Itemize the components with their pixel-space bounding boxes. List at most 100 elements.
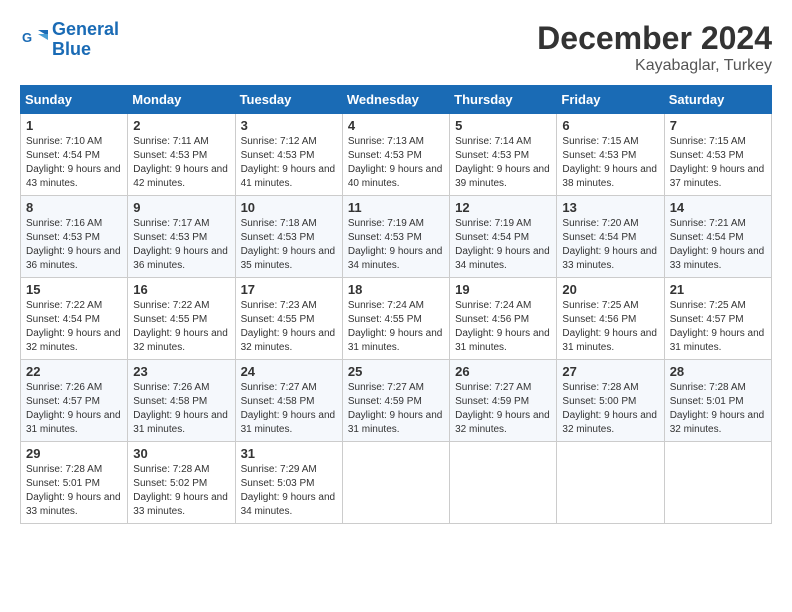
calendar-cell: 3 Sunrise: 7:12 AMSunset: 4:53 PMDayligh… — [235, 114, 342, 196]
calendar-cell: 20 Sunrise: 7:25 AMSunset: 4:56 PMDaylig… — [557, 278, 664, 360]
week-row-3: 15 Sunrise: 7:22 AMSunset: 4:54 PMDaylig… — [21, 278, 772, 360]
day-info: Sunrise: 7:24 AMSunset: 4:55 PMDaylight:… — [348, 300, 443, 353]
day-info: Sunrise: 7:27 AMSunset: 4:58 PMDaylight:… — [241, 382, 336, 435]
calendar-cell: 23 Sunrise: 7:26 AMSunset: 4:58 PMDaylig… — [128, 360, 235, 442]
day-info: Sunrise: 7:24 AMSunset: 4:56 PMDaylight:… — [455, 300, 550, 353]
day-info: Sunrise: 7:10 AMSunset: 4:54 PMDaylight:… — [26, 136, 121, 189]
day-number: 28 — [670, 364, 766, 379]
day-info: Sunrise: 7:23 AMSunset: 4:55 PMDaylight:… — [241, 300, 336, 353]
day-info: Sunrise: 7:17 AMSunset: 4:53 PMDaylight:… — [133, 218, 228, 271]
day-number: 23 — [133, 364, 229, 379]
month-title: December 2024 — [537, 20, 772, 57]
calendar-cell: 4 Sunrise: 7:13 AMSunset: 4:53 PMDayligh… — [342, 114, 449, 196]
col-thursday: Thursday — [450, 86, 557, 114]
day-number: 6 — [562, 118, 658, 133]
day-number: 29 — [26, 446, 122, 461]
calendar-cell: 16 Sunrise: 7:22 AMSunset: 4:55 PMDaylig… — [128, 278, 235, 360]
calendar-cell: 27 Sunrise: 7:28 AMSunset: 5:00 PMDaylig… — [557, 360, 664, 442]
day-info: Sunrise: 7:27 AMSunset: 4:59 PMDaylight:… — [348, 382, 443, 435]
calendar-cell: 22 Sunrise: 7:26 AMSunset: 4:57 PMDaylig… — [21, 360, 128, 442]
col-sunday: Sunday — [21, 86, 128, 114]
calendar-cell: 30 Sunrise: 7:28 AMSunset: 5:02 PMDaylig… — [128, 442, 235, 524]
day-number: 4 — [348, 118, 444, 133]
col-friday: Friday — [557, 86, 664, 114]
day-number: 3 — [241, 118, 337, 133]
day-info: Sunrise: 7:12 AMSunset: 4:53 PMDaylight:… — [241, 136, 336, 189]
calendar-cell: 17 Sunrise: 7:23 AMSunset: 4:55 PMDaylig… — [235, 278, 342, 360]
logo: G General Blue — [20, 20, 119, 60]
calendar-cell — [450, 442, 557, 524]
logo-icon: G — [20, 26, 48, 54]
day-number: 10 — [241, 200, 337, 215]
day-info: Sunrise: 7:19 AMSunset: 4:53 PMDaylight:… — [348, 218, 443, 271]
day-info: Sunrise: 7:29 AMSunset: 5:03 PMDaylight:… — [241, 464, 336, 517]
calendar-cell: 5 Sunrise: 7:14 AMSunset: 4:53 PMDayligh… — [450, 114, 557, 196]
day-info: Sunrise: 7:13 AMSunset: 4:53 PMDaylight:… — [348, 136, 443, 189]
day-number: 13 — [562, 200, 658, 215]
day-info: Sunrise: 7:15 AMSunset: 4:53 PMDaylight:… — [562, 136, 657, 189]
day-info: Sunrise: 7:28 AMSunset: 5:02 PMDaylight:… — [133, 464, 228, 517]
header-row: Sunday Monday Tuesday Wednesday Thursday… — [21, 86, 772, 114]
col-monday: Monday — [128, 86, 235, 114]
day-number: 15 — [26, 282, 122, 297]
calendar-cell — [664, 442, 771, 524]
calendar-cell: 9 Sunrise: 7:17 AMSunset: 4:53 PMDayligh… — [128, 196, 235, 278]
day-info: Sunrise: 7:18 AMSunset: 4:53 PMDaylight:… — [241, 218, 336, 271]
day-info: Sunrise: 7:28 AMSunset: 5:01 PMDaylight:… — [26, 464, 121, 517]
day-number: 30 — [133, 446, 229, 461]
day-info: Sunrise: 7:25 AMSunset: 4:57 PMDaylight:… — [670, 300, 765, 353]
day-number: 26 — [455, 364, 551, 379]
day-info: Sunrise: 7:28 AMSunset: 5:00 PMDaylight:… — [562, 382, 657, 435]
day-number: 14 — [670, 200, 766, 215]
day-number: 7 — [670, 118, 766, 133]
week-row-4: 22 Sunrise: 7:26 AMSunset: 4:57 PMDaylig… — [21, 360, 772, 442]
day-number: 5 — [455, 118, 551, 133]
day-number: 11 — [348, 200, 444, 215]
day-number: 17 — [241, 282, 337, 297]
title-section: December 2024 Kayabaglar, Turkey — [537, 20, 772, 75]
day-info: Sunrise: 7:16 AMSunset: 4:53 PMDaylight:… — [26, 218, 121, 271]
week-row-2: 8 Sunrise: 7:16 AMSunset: 4:53 PMDayligh… — [21, 196, 772, 278]
day-info: Sunrise: 7:26 AMSunset: 4:57 PMDaylight:… — [26, 382, 121, 435]
calendar-table: Sunday Monday Tuesday Wednesday Thursday… — [20, 85, 772, 524]
page-header: G General Blue December 2024 Kayabaglar,… — [20, 20, 772, 75]
day-number: 21 — [670, 282, 766, 297]
day-number: 16 — [133, 282, 229, 297]
calendar-cell: 11 Sunrise: 7:19 AMSunset: 4:53 PMDaylig… — [342, 196, 449, 278]
calendar-cell: 26 Sunrise: 7:27 AMSunset: 4:59 PMDaylig… — [450, 360, 557, 442]
calendar-cell: 19 Sunrise: 7:24 AMSunset: 4:56 PMDaylig… — [450, 278, 557, 360]
logo-text: General Blue — [52, 20, 119, 60]
week-row-5: 29 Sunrise: 7:28 AMSunset: 5:01 PMDaylig… — [21, 442, 772, 524]
day-number: 9 — [133, 200, 229, 215]
calendar-cell: 29 Sunrise: 7:28 AMSunset: 5:01 PMDaylig… — [21, 442, 128, 524]
day-number: 18 — [348, 282, 444, 297]
day-number: 24 — [241, 364, 337, 379]
day-number: 31 — [241, 446, 337, 461]
week-row-1: 1 Sunrise: 7:10 AMSunset: 4:54 PMDayligh… — [21, 114, 772, 196]
col-saturday: Saturday — [664, 86, 771, 114]
day-number: 22 — [26, 364, 122, 379]
calendar-cell: 6 Sunrise: 7:15 AMSunset: 4:53 PMDayligh… — [557, 114, 664, 196]
calendar-cell: 25 Sunrise: 7:27 AMSunset: 4:59 PMDaylig… — [342, 360, 449, 442]
logo-line1: General — [52, 19, 119, 39]
day-number: 19 — [455, 282, 551, 297]
day-number: 20 — [562, 282, 658, 297]
calendar-cell: 10 Sunrise: 7:18 AMSunset: 4:53 PMDaylig… — [235, 196, 342, 278]
calendar-cell: 14 Sunrise: 7:21 AMSunset: 4:54 PMDaylig… — [664, 196, 771, 278]
day-info: Sunrise: 7:27 AMSunset: 4:59 PMDaylight:… — [455, 382, 550, 435]
calendar-cell: 24 Sunrise: 7:27 AMSunset: 4:58 PMDaylig… — [235, 360, 342, 442]
day-number: 25 — [348, 364, 444, 379]
calendar-cell: 12 Sunrise: 7:19 AMSunset: 4:54 PMDaylig… — [450, 196, 557, 278]
day-info: Sunrise: 7:22 AMSunset: 4:54 PMDaylight:… — [26, 300, 121, 353]
svg-text:G: G — [22, 30, 32, 45]
col-wednesday: Wednesday — [342, 86, 449, 114]
calendar-cell: 2 Sunrise: 7:11 AMSunset: 4:53 PMDayligh… — [128, 114, 235, 196]
day-number: 2 — [133, 118, 229, 133]
day-info: Sunrise: 7:22 AMSunset: 4:55 PMDaylight:… — [133, 300, 228, 353]
day-info: Sunrise: 7:28 AMSunset: 5:01 PMDaylight:… — [670, 382, 765, 435]
calendar-cell: 1 Sunrise: 7:10 AMSunset: 4:54 PMDayligh… — [21, 114, 128, 196]
day-info: Sunrise: 7:15 AMSunset: 4:53 PMDaylight:… — [670, 136, 765, 189]
day-info: Sunrise: 7:11 AMSunset: 4:53 PMDaylight:… — [133, 136, 228, 189]
day-info: Sunrise: 7:21 AMSunset: 4:54 PMDaylight:… — [670, 218, 765, 271]
logo-line2: Blue — [52, 39, 91, 59]
